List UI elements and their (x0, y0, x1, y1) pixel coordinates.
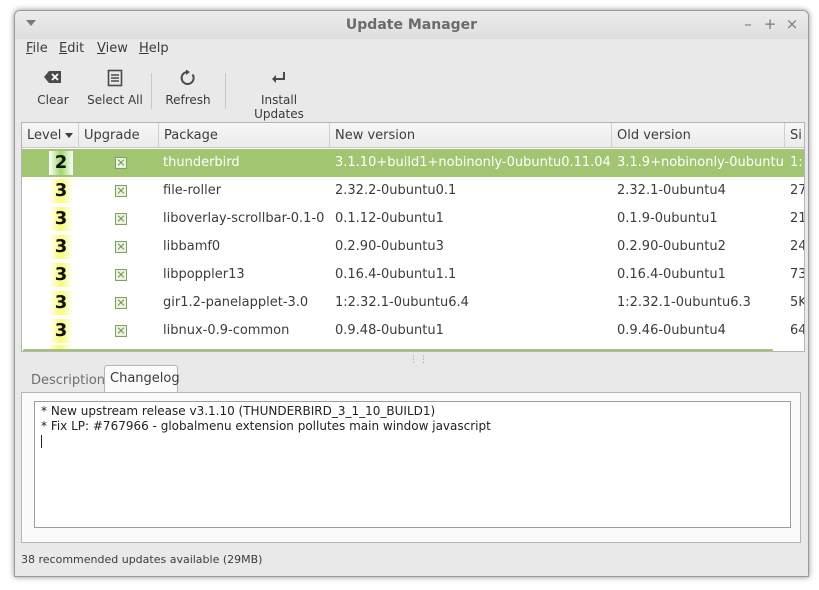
header-new-version[interactable]: New version (330, 123, 612, 148)
updates-table: Level Upgrade Package New version Old ve… (21, 122, 805, 352)
old-version-cell: 0.1.9-0ubuntu1 (617, 211, 718, 226)
title-bar: Update Manager – + × (15, 11, 808, 39)
clear-button[interactable]: Clear (31, 69, 75, 115)
size-cell: 27 (790, 183, 805, 198)
refresh-button[interactable]: Refresh (163, 69, 213, 115)
select-all-label: Select All (87, 93, 143, 107)
minimize-icon[interactable]: – (739, 15, 757, 33)
table-row[interactable]: 3 liboverlay-scrollbar-0.1-0 0.1.12-0ubunt… (22, 205, 804, 233)
table-row[interactable]: 3 libpoppler13 0.16.4-0ubuntu1.1 0.16.4-0ub… (22, 261, 804, 289)
package-cell: libbamf0 (163, 239, 221, 254)
table-row[interactable]: 3 file-roller 2.32.2-0ubuntu0.1 2.32.1-0ubu… (22, 177, 804, 205)
changelog-text[interactable]: * New upstream release v3.1.10 (THUNDERB… (34, 401, 791, 528)
table-header: Level Upgrade Package New version Old ve… (22, 123, 804, 148)
package-cell: libpoppler13 (163, 267, 245, 282)
maximize-icon[interactable]: + (761, 15, 779, 33)
new-version-cell: 3.1.10+build1+nobinonly-0ubuntu0.11.04.1 (335, 155, 610, 170)
level-badge: 3 (49, 291, 73, 315)
level-badge: 3 (49, 263, 73, 287)
status-bar: 38 recommended updates available (29MB) (21, 553, 263, 566)
upgrade-checkbox[interactable] (115, 157, 127, 169)
horizontal-scrollbar[interactable] (23, 349, 773, 351)
toolbar: Clear Select All Refresh Install Updates (15, 63, 808, 121)
level-badge: 3 (49, 207, 73, 231)
menu-help[interactable]: Help (139, 41, 169, 56)
tab-changelog[interactable]: Changelog (104, 365, 180, 393)
install-icon (272, 72, 285, 83)
menu-file[interactable]: File (26, 41, 48, 56)
package-cell: libnux-0.9-common (163, 323, 290, 338)
header-old-version[interactable]: Old version (612, 123, 785, 148)
level-badge: 3 (49, 179, 73, 203)
level-badge: 3 (49, 319, 73, 343)
old-version-cell: 0.9.46-0ubuntu4 (617, 323, 726, 338)
window-title: Update Manager (345, 17, 478, 33)
table-row[interactable]: 3 libnux-0.9-common 0.9.48-0ubuntu1 0.9.46-… (22, 317, 804, 345)
clear-icon (44, 71, 61, 83)
level-badge: 2 (49, 151, 73, 175)
size-cell: 21 (790, 211, 805, 226)
new-version-cell: 2.32.2-0ubuntu0.1 (335, 183, 457, 198)
header-size[interactable]: Si (785, 123, 804, 148)
old-version-cell: 0.2.90-0ubuntu2 (617, 239, 726, 254)
close-icon[interactable]: × (783, 15, 801, 33)
changelog-line: * Fix LP: #767966 - globalmenu extension… (41, 419, 491, 433)
package-cell: file-roller (163, 183, 222, 198)
size-cell: 5K (790, 295, 804, 310)
install-updates-button[interactable]: Install Updates (235, 69, 323, 121)
refresh-icon (180, 69, 195, 85)
old-version-cell: 0.16.4-0ubuntu1 (617, 267, 726, 282)
header-level[interactable]: Level (22, 123, 79, 148)
package-cell: thunderbird (163, 155, 240, 170)
size-cell: 24 (790, 239, 805, 254)
new-version-cell: 0.9.48-0ubuntu1 (335, 323, 444, 338)
level-badge: 3 (49, 235, 73, 259)
package-cell: liboverlay-scrollbar-0.1-0 (163, 211, 325, 226)
menu-bar: File Edit View Help (15, 39, 808, 61)
new-version-cell: 1:2.32.1-0ubuntu6.4 (335, 295, 469, 310)
menu-edit[interactable]: Edit (59, 41, 84, 56)
text-cursor (41, 435, 42, 448)
toolbar-separator (151, 73, 152, 109)
new-version-cell: 0.1.12-0ubuntu1 (335, 211, 444, 226)
size-cell: 1: (790, 155, 803, 170)
toolbar-separator (225, 73, 226, 109)
pane-resize-handle[interactable]: ⋮⋮ (409, 355, 429, 365)
select-all-button[interactable]: Select All (87, 69, 143, 115)
package-cell: gir1.2-panelapplet-3.0 (163, 295, 309, 310)
upgrade-checkbox[interactable] (115, 185, 127, 197)
header-upgrade[interactable]: Upgrade (79, 123, 159, 148)
menu-view[interactable]: View (97, 41, 128, 56)
old-version-cell: 1:2.32.1-0ubuntu6.3 (617, 295, 751, 310)
update-manager-window: Update Manager – + × File Edit View Help… (14, 10, 809, 577)
old-version-cell: 2.32.1-0ubuntu4 (617, 183, 726, 198)
changelog-line: * New upstream release v3.1.10 (THUNDERB… (41, 404, 436, 418)
upgrade-checkbox[interactable] (115, 297, 127, 309)
header-package[interactable]: Package (159, 123, 330, 148)
table-row[interactable]: 2 thunderbird 3.1.10+build1+nobinonly-0ubu… (22, 149, 804, 177)
sort-descending-icon (65, 133, 74, 138)
new-version-cell: 0.16.4-0ubuntu1.1 (335, 267, 457, 282)
refresh-label: Refresh (165, 93, 211, 107)
install-updates-label: Install Updates (254, 93, 304, 121)
size-cell: 64 (790, 323, 805, 338)
new-version-cell: 0.2.90-0ubuntu3 (335, 239, 444, 254)
upgrade-checkbox[interactable] (115, 325, 127, 337)
upgrade-checkbox[interactable] (115, 241, 127, 253)
select-all-icon (107, 69, 123, 87)
upgrade-checkbox[interactable] (115, 269, 127, 281)
size-cell: 73 (790, 267, 805, 282)
table-row[interactable]: 3 libbamf0 0.2.90-0ubuntu3 0.2.90-0ubuntu2 2… (22, 233, 804, 261)
changelog-panel: * New upstream release v3.1.10 (THUNDERB… (21, 392, 801, 543)
upgrade-checkbox[interactable] (115, 213, 127, 225)
old-version-cell: 3.1.9+nobinonly-0ubuntu4 (617, 155, 783, 170)
table-row[interactable]: 3 gir1.2-panelapplet-3.0 1:2.32.1-0ubuntu6… (22, 289, 804, 317)
clear-label: Clear (37, 93, 69, 107)
